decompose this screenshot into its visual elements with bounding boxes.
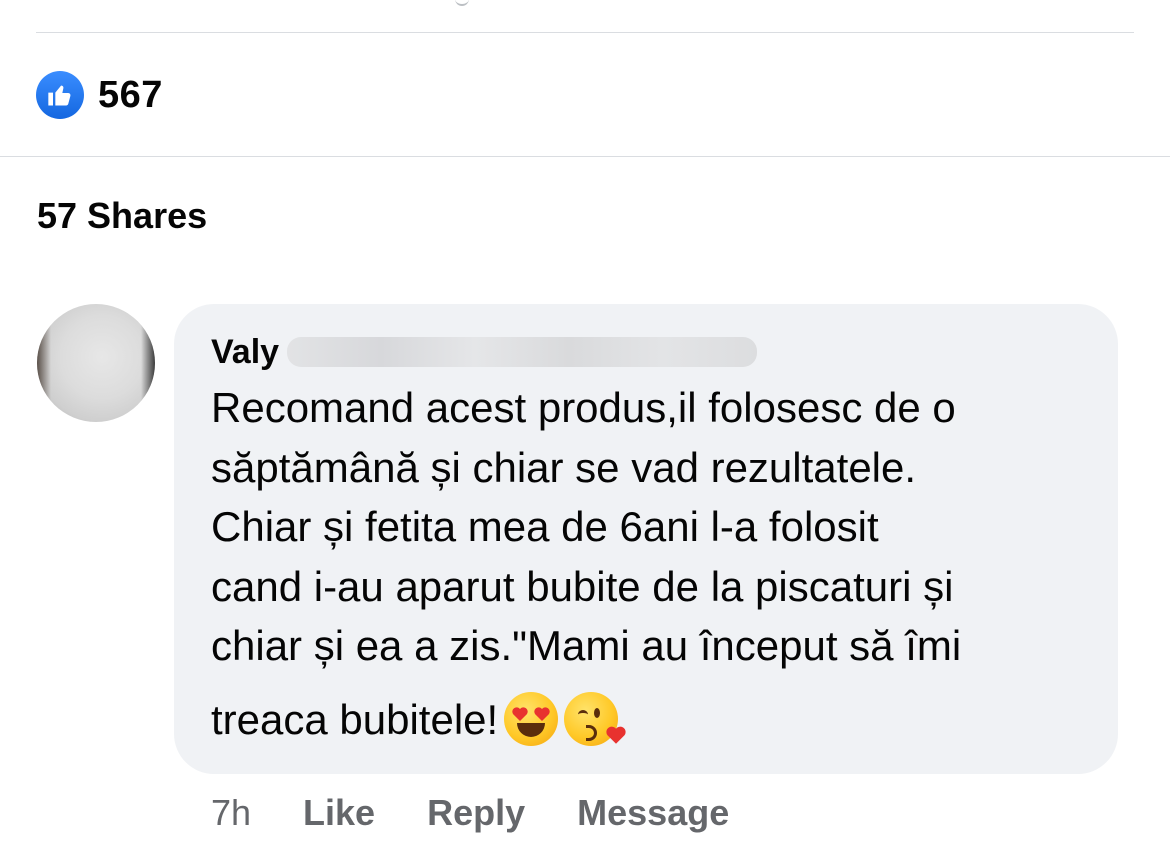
reactions-summary[interactable]: 567 (36, 70, 163, 120)
comment-timestamp: 7h (211, 792, 252, 833)
comment-line-last: treaca bubitele! (211, 690, 1101, 750)
reaction-count: 567 (98, 73, 163, 116)
comment-line: Recomand acest produs,il folosesc de o (211, 384, 956, 431)
comment-line: cand i-au aparut bubite de la piscaturi … (211, 562, 954, 610)
comment-actions: 7h Like Reply Message (211, 790, 781, 836)
comment-screen: 567 57 Shares Valy Recomand acest produs… (0, 0, 1170, 853)
comment-line: Chiar și fetita mea de 6ani l-a folosit (211, 503, 879, 550)
like-icon (36, 71, 84, 119)
face-blowing-kiss-emoji (564, 692, 626, 747)
like-button[interactable]: Like (303, 792, 375, 834)
user-avatar[interactable] (37, 304, 155, 422)
comment-line: treaca bubitele! (211, 695, 499, 743)
message-button[interactable]: Message (577, 792, 729, 834)
comment-line: chiar și ea a zis."Mami au început să îm… (211, 622, 962, 669)
clipped-text-fragment (455, 0, 469, 6)
shares-count[interactable]: 57 Shares (37, 195, 207, 237)
heart-eyes-emoji (504, 692, 559, 747)
divider (0, 156, 1170, 157)
reply-button[interactable]: Reply (427, 792, 525, 834)
comment-line: săptămână și chiar se vad rezultatele. (211, 443, 917, 491)
comment-author[interactable]: Valy (211, 330, 758, 374)
author-name[interactable]: Valy (211, 333, 279, 372)
comment-text: Recomand acest produs,il folosesc de o s… (211, 378, 1101, 749)
divider (36, 32, 1134, 33)
redacted-surname (287, 337, 758, 367)
